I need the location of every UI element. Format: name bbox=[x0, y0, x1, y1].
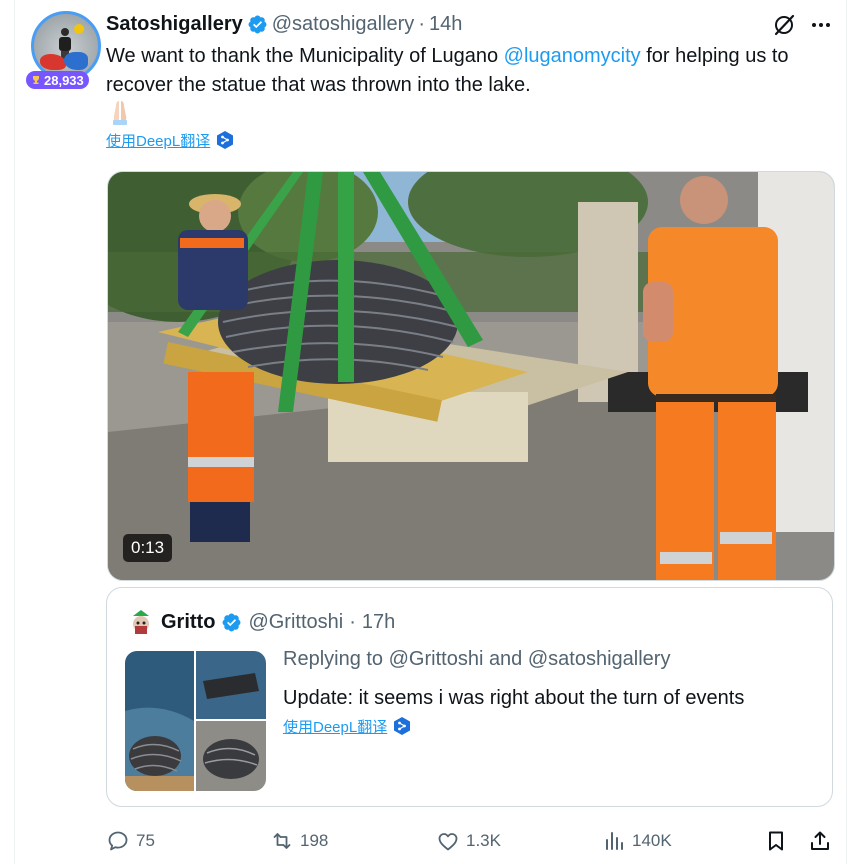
like-count: 1.3K bbox=[466, 831, 501, 850]
folded-hands-icon bbox=[113, 101, 127, 125]
tweet-text: We want to thank the Municipality of Lug… bbox=[106, 42, 836, 100]
reply-count: 75 bbox=[136, 831, 155, 850]
trophy-icon bbox=[33, 76, 39, 84]
video-frame bbox=[108, 172, 834, 580]
translate-link[interactable]: 使用DeepL翻译 bbox=[106, 129, 235, 151]
badge-count: 28,933 bbox=[44, 72, 84, 88]
views-icon bbox=[606, 832, 623, 850]
quoted-reply-context: Replying to @Grittoshi and @satoshigalle… bbox=[283, 648, 671, 670]
deepl-icon bbox=[217, 131, 234, 149]
bookmark-button[interactable] bbox=[764, 826, 788, 856]
share-button[interactable] bbox=[808, 826, 832, 856]
tweet-text-part: We want to thank the Municipality of Lug… bbox=[106, 45, 504, 67]
like-button[interactable]: 1.3K bbox=[436, 826, 501, 856]
verified-badge-icon bbox=[222, 613, 241, 631]
author-handle[interactable]: @satoshigallery bbox=[272, 13, 415, 36]
bookmark-icon bbox=[769, 831, 783, 851]
like-icon bbox=[438, 833, 458, 851]
grok-icon[interactable] bbox=[771, 12, 797, 38]
quoted-time: 17h bbox=[361, 610, 396, 633]
header-separator: · bbox=[418, 12, 425, 35]
reply-button[interactable]: 75 bbox=[106, 826, 155, 856]
verified-badge-icon[interactable] bbox=[247, 14, 268, 35]
timeline-border-right bbox=[846, 0, 847, 864]
views-button[interactable]: 140K bbox=[602, 826, 672, 856]
tweet-header: Satoshigallery @satoshigallery · 14h bbox=[106, 12, 462, 36]
tweet-time[interactable]: 14h bbox=[429, 13, 462, 36]
action-bar: 75 198 1.3K 140K bbox=[106, 826, 836, 856]
mention-link[interactable]: @luganomycity bbox=[504, 45, 641, 67]
follower-badge[interactable]: 28,933 bbox=[26, 71, 89, 89]
repost-icon bbox=[273, 833, 291, 849]
share-icon bbox=[811, 831, 829, 850]
more-icon[interactable] bbox=[808, 12, 834, 38]
quoted-image-grid[interactable] bbox=[125, 651, 266, 791]
quoted-author-handle: @Grittoshi bbox=[248, 610, 344, 633]
author-avatar[interactable]: 28,933 bbox=[26, 11, 102, 89]
repost-count: 198 bbox=[300, 831, 329, 850]
timeline-border-left bbox=[14, 0, 15, 864]
tweet-video[interactable] bbox=[107, 171, 835, 581]
quoted-translate-link[interactable]: 使用DeepL翻译 bbox=[283, 715, 412, 737]
quoted-tweet[interactable]: Gritto @Grittoshi · 17h Replying to @Gri… bbox=[106, 587, 833, 807]
repost-button[interactable]: 198 bbox=[270, 826, 328, 856]
quoted-tweet-text: Update: it seems i was right about the t… bbox=[283, 687, 745, 709]
deepl-icon bbox=[394, 717, 411, 735]
view-count: 140K bbox=[632, 831, 672, 850]
translate-label: 使用DeepL翻译 bbox=[106, 132, 211, 150]
reply-icon bbox=[108, 831, 128, 851]
quoted-tweet-header: Gritto @Grittoshi · 17h bbox=[127, 608, 395, 636]
quoted-separator: · bbox=[349, 610, 356, 633]
quoted-author-name: Gritto bbox=[161, 610, 216, 633]
quoted-author-avatar bbox=[127, 608, 155, 636]
translate-label: 使用DeepL翻译 bbox=[283, 718, 388, 736]
video-duration: 0:13 bbox=[123, 534, 173, 562]
author-name[interactable]: Satoshigallery bbox=[106, 13, 243, 36]
